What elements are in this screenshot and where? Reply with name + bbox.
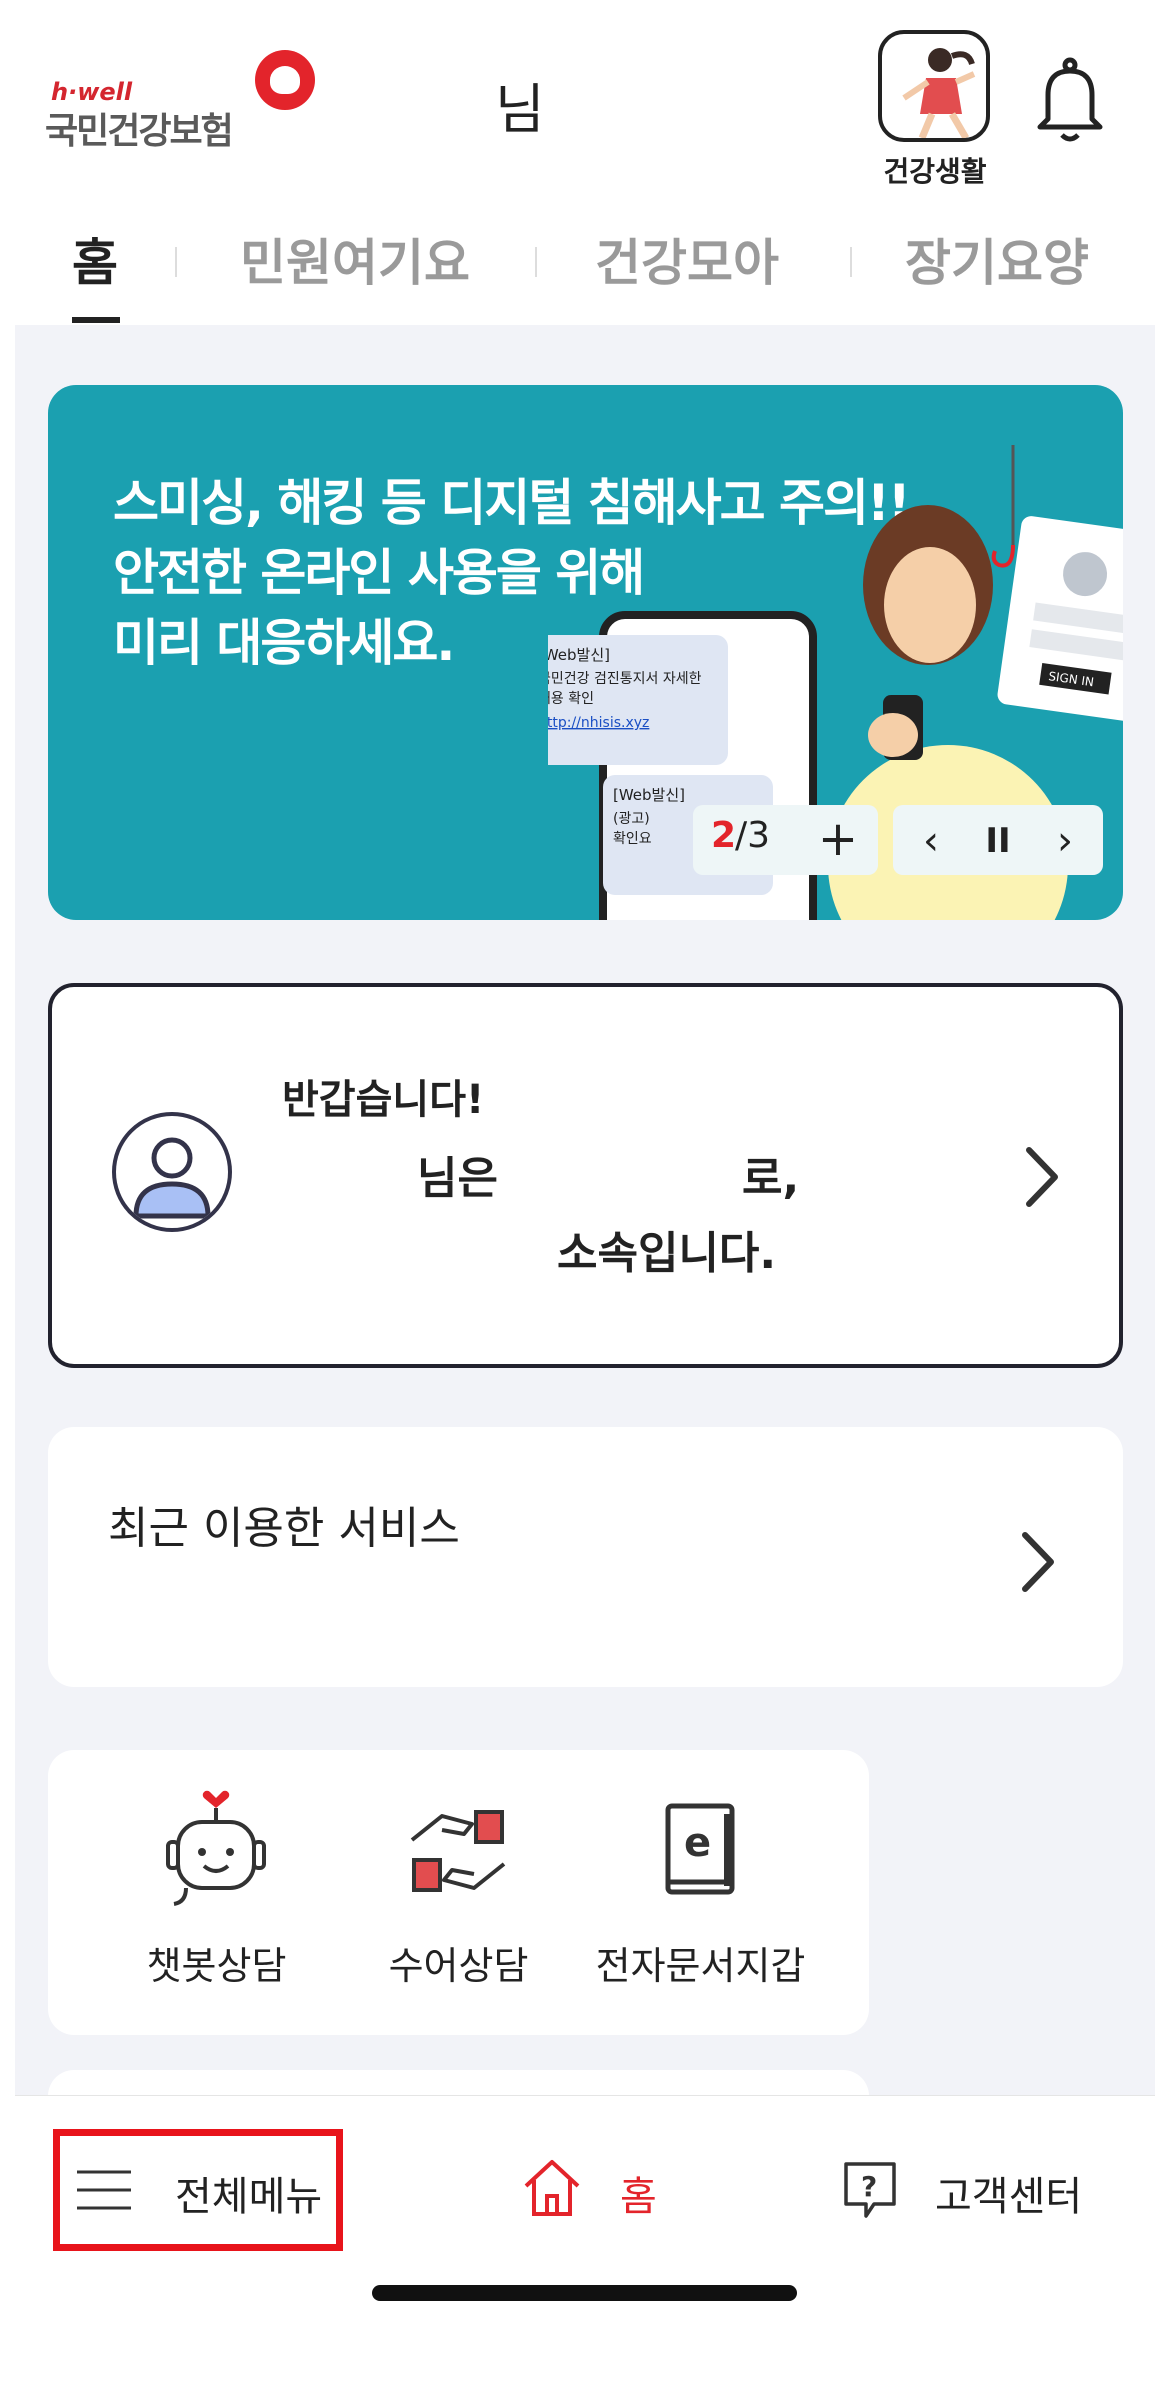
full-menu-label: 전체메뉴 xyxy=(175,2174,323,2220)
chatbot-icon xyxy=(166,1790,266,1906)
service-label: 전자문서지갑 xyxy=(595,1944,806,1988)
welcome-name-suffix: 님은 xyxy=(417,1153,498,1204)
recent-services-title: 최근 이용한 서비스 xyxy=(108,1503,460,1554)
tab-divider xyxy=(175,247,177,277)
welcome-card[interactable]: 반갑습니다! 님은 로, 소속입니다. xyxy=(48,983,1123,1368)
home-label: 홈 xyxy=(620,2174,657,2220)
home-indicator[interactable] xyxy=(372,2285,797,2301)
svg-text:e: e xyxy=(684,1820,711,1866)
customer-center-button[interactable]: ? 고객센터 xyxy=(840,2156,1130,2226)
health-life-label: 건강생활 xyxy=(883,155,987,188)
banner-total-pages: /3 xyxy=(735,815,771,856)
promo-banner[interactable]: 스미싱, 해킹 등 디지털 침해사고 주의!! 안전한 온라인 사용을 위해 미… xyxy=(48,385,1123,920)
running-woman-icon xyxy=(878,30,990,142)
msg2-body-1: (광고) xyxy=(613,811,650,827)
banner-prev-icon[interactable]: ‹ xyxy=(901,811,961,871)
notification-bell-icon[interactable] xyxy=(1030,55,1110,145)
msg2-body-2: 확인요 xyxy=(613,831,652,847)
welcome-affiliation: 소속입니다. xyxy=(557,1228,777,1279)
tab-divider xyxy=(535,247,537,277)
nhis-logo[interactable]: h·well 국민건강보험 xyxy=(45,40,335,152)
banner-line-3: 미리 대응하세요. xyxy=(113,614,455,672)
full-menu-button[interactable]: 전체메뉴 xyxy=(75,2156,335,2226)
banner-controls: ‹ II › xyxy=(893,805,1103,875)
help-question-icon: ? xyxy=(844,2162,896,2218)
home-button[interactable]: 홈 xyxy=(520,2156,680,2226)
msg1-body-1: 국민건강 검진통지서 자세한 xyxy=(548,671,702,687)
svg-text:?: ? xyxy=(861,2170,877,2203)
sign-language-icon xyxy=(410,1810,506,1892)
header: h·well 국민건강보험 님 건강생활 홈 민원여기요 건강모아 장기요양 xyxy=(15,15,1155,325)
welcome-greeting: 반갑습니다! xyxy=(282,1077,485,1123)
msg1-title: [Web발신] xyxy=(548,646,610,664)
tab-home[interactable]: 홈 xyxy=(72,223,118,295)
user-avatar-icon xyxy=(112,1112,232,1232)
logo-name: 국민건강보험 xyxy=(45,111,234,152)
hamburger-menu-icon xyxy=(77,2170,131,2210)
customer-center-label: 고객센터 xyxy=(935,2174,1083,2220)
top-tabs: 홈 민원여기요 건강모아 장기요양 xyxy=(15,205,1155,325)
bottom-navigation: 전체메뉴 홈 ? 고객센터 xyxy=(15,2095,1155,2375)
banner-next-icon[interactable]: › xyxy=(1035,811,1095,871)
msg1-link: http://nhisis.xyz xyxy=(548,715,649,731)
home-icon xyxy=(524,2160,580,2216)
tab-civil-service[interactable]: 민원여기요 xyxy=(240,223,470,295)
chevron-right-icon xyxy=(1026,1147,1058,1207)
banner-current-page: 2 xyxy=(711,815,737,856)
heart-logo-icon xyxy=(255,50,315,110)
health-life-button[interactable]: 건강생활 xyxy=(870,30,1000,190)
chevron-right-icon xyxy=(1022,1532,1054,1592)
service-tile-e-document[interactable]: e 전자문서지갑 xyxy=(532,1750,869,2035)
msg2-title: [Web발신] xyxy=(613,786,685,804)
tab-health-collection[interactable]: 건강모아 xyxy=(595,223,779,295)
tab-long-term-care[interactable]: 장기요양 xyxy=(905,223,1089,295)
username: 님 xyxy=(495,78,545,141)
tab-divider xyxy=(850,247,852,277)
active-tab-indicator xyxy=(72,317,120,323)
e-document-wallet-icon: e xyxy=(665,1803,735,1895)
banner-pager: 2 /3 + xyxy=(693,805,878,875)
msg1-body-2: 내용 확인 xyxy=(548,691,594,707)
banner-expand-plus-icon[interactable]: + xyxy=(808,809,868,869)
recent-services-card[interactable]: 최근 이용한 서비스 xyxy=(48,1427,1123,1687)
banner-pause-icon[interactable]: II xyxy=(968,811,1028,871)
app-screen: h·well 국민건강보험 님 건강생활 홈 민원여기요 건강모아 장기요양 스… xyxy=(15,15,1155,2375)
welcome-type-suffix: 로, xyxy=(742,1153,800,1204)
